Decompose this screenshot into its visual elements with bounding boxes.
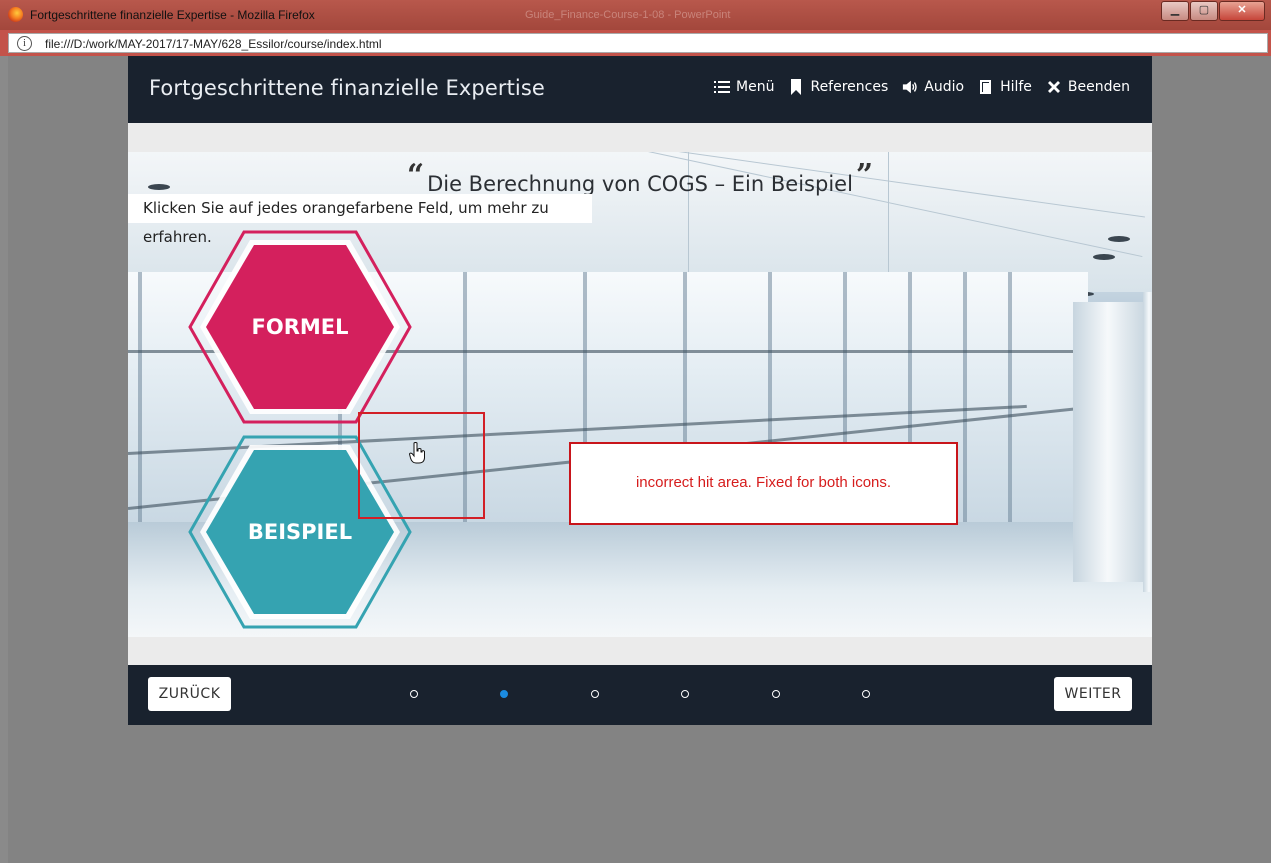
list-icon [714,81,731,93]
url-field[interactable]: i file:///D:/work/MAY-2017/17-MAY/628_Es… [8,33,1268,53]
instruction-text: Klicken Sie auf jedes orangefarbene Feld… [128,194,592,246]
window-title: Fortgeschrittene finanzielle Expertise -… [30,8,315,22]
background-window-title: Guide_Finance-Course-1-08 - PowerPoint [525,9,731,21]
window-border [0,56,8,863]
nav-help-label: Hilfe [1000,79,1032,95]
page-dot-5[interactable] [771,690,780,698]
slide-stage: “Die Berechnung von COGS – Ein Beispiel”… [128,152,1152,637]
course-header: Fortgeschrittene finanzielle Expertise M… [128,56,1152,123]
firefox-icon [8,7,23,22]
page-dot-3[interactable] [590,690,599,698]
nav-exit[interactable]: Beenden [1046,79,1130,95]
course-nav: Menü References Audio Hilfe Beenden [700,79,1130,95]
beispiel-label: BEISPIEL [247,520,353,544]
review-note-text: incorrect hit area. Fixed for both icons… [635,474,892,491]
open-quote-icon: “ [406,158,425,193]
speaker-icon [903,80,917,94]
nav-references[interactable]: References [788,79,888,95]
page-dot-1[interactable] [410,690,418,698]
url-text[interactable]: file:///D:/work/MAY-2017/17-MAY/628_Essi… [45,37,382,51]
formel-button[interactable]: FORMEL [188,230,412,424]
slide-title-text: Die Berechnung von COGS – Ein Beispiel [427,172,853,196]
close-quote-icon: ” [855,158,874,193]
formel-label: FORMEL [251,315,349,339]
page-dot-6[interactable] [862,690,870,698]
page-dot-2[interactable] [500,690,509,698]
address-bar-area: i file:///D:/work/MAY-2017/17-MAY/628_Es… [0,30,1271,56]
nav-references-label: References [810,79,889,95]
close-window-button[interactable]: ✕ [1219,1,1265,21]
nav-audio[interactable]: Audio [902,79,964,95]
next-button[interactable]: WEITER [1054,677,1132,711]
nav-menu-label: Menü [736,79,775,95]
minimize-button[interactable]: ▁ [1161,1,1189,21]
bookmark-icon [791,79,802,95]
maximize-button[interactable]: ▢ [1190,1,1218,21]
nav-menu[interactable]: Menü [714,79,774,95]
close-icon [1047,81,1060,93]
book-icon [980,80,992,94]
window-controls: ▁ ▢ ✕ [1160,1,1265,21]
review-note: incorrect hit area. Fixed for both icons… [569,442,958,525]
hand-cursor-icon [409,442,425,464]
back-button[interactable]: ZURÜCK [148,677,231,711]
course-title: Fortgeschrittene finanzielle Expertise [149,76,545,100]
nav-help[interactable]: Hilfe [978,79,1032,95]
nav-exit-label: Beenden [1067,79,1130,95]
window-titlebar: Fortgeschrittene finanzielle Expertise -… [0,0,1271,30]
page-dot-4[interactable] [681,690,690,698]
info-icon[interactable]: i [17,36,32,51]
hit-area-highlight [358,412,485,519]
course-footer: ZURÜCK WEITER [128,665,1152,725]
nav-audio-label: Audio [924,79,965,95]
course-player: Fortgeschrittene finanzielle Expertise M… [128,56,1152,725]
